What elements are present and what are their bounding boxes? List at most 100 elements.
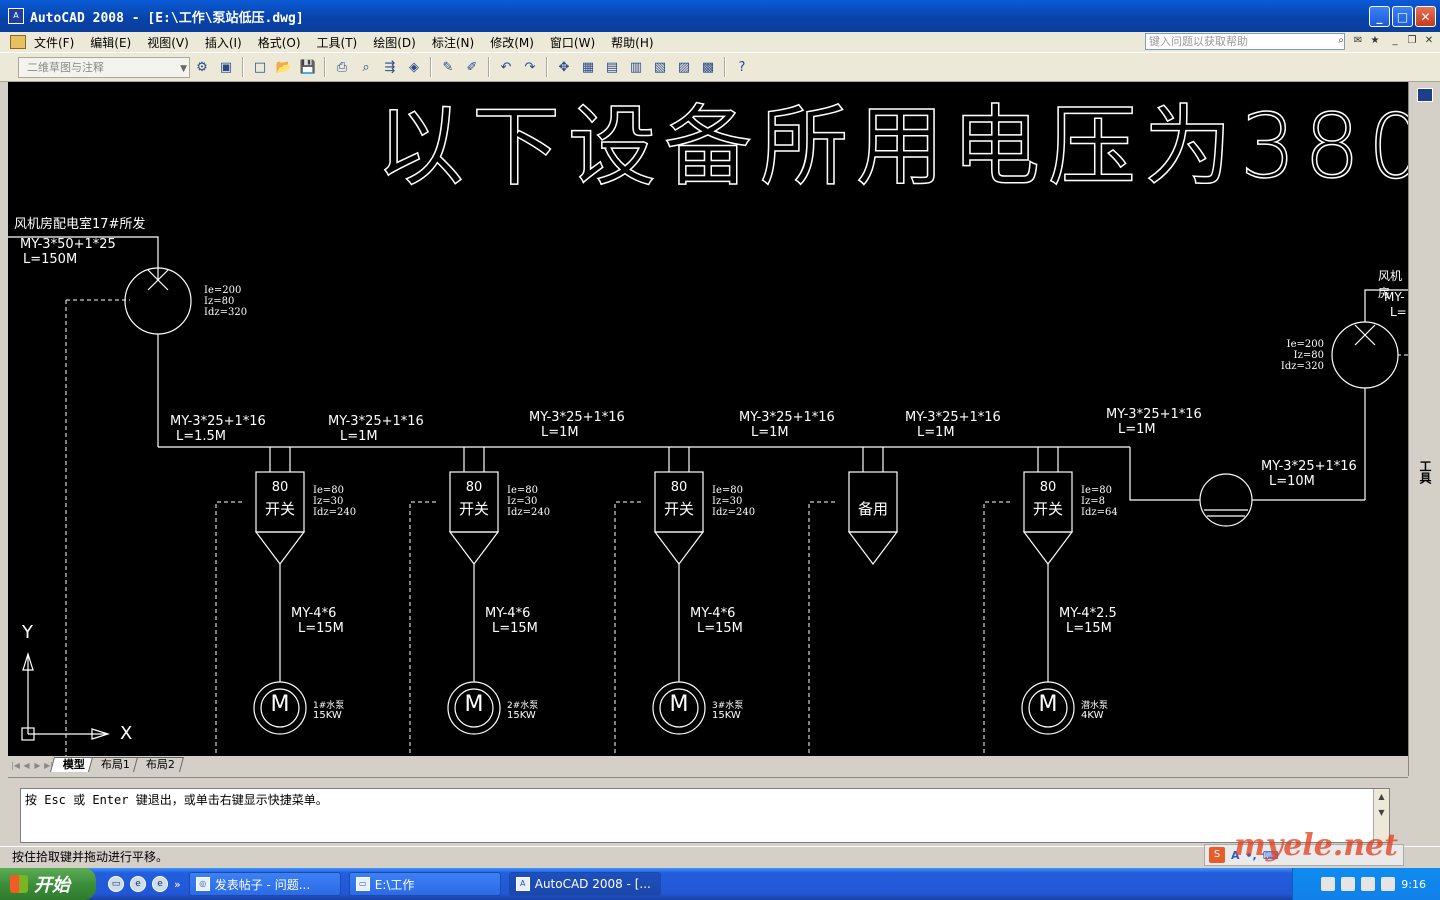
- task-forum[interactable]: ◎ 发表帖子 - 问题...: [188, 872, 341, 896]
- volume-icon[interactable]: [1361, 877, 1376, 891]
- plot-preview-icon[interactable]: ⌕: [355, 56, 377, 78]
- command-history: 按 Esc 或 Enter 键退出，或单击右键显示快捷菜单。: [25, 793, 328, 807]
- breaker-left-params: Ie=200 Iz=80 Idz=320: [204, 285, 247, 318]
- undo-icon[interactable]: ↶: [495, 56, 517, 78]
- start-button[interactable]: 开始: [0, 868, 96, 900]
- tool-palettes-icon[interactable]: ▥: [625, 56, 647, 78]
- prev-tab-icon[interactable]: ◀: [21, 760, 32, 772]
- menu-view[interactable]: 视图(V): [139, 34, 197, 51]
- menu-draw[interactable]: 绘图(D): [365, 34, 424, 51]
- doc-restore-icon[interactable]: ❐: [1405, 34, 1419, 48]
- source-label: 风机房配电室17#所发: [14, 217, 146, 232]
- switch-rating: 80: [271, 480, 289, 495]
- redo-icon[interactable]: ↷: [519, 56, 541, 78]
- switch-funnel: [254, 531, 306, 565]
- maximize-button[interactable]: □: [1392, 6, 1413, 27]
- doc-close-icon[interactable]: ✕: [1422, 34, 1436, 48]
- menu-insert[interactable]: 插入(I): [197, 34, 250, 51]
- help-search-input[interactable]: 键入问题以获取帮助: [1145, 33, 1345, 50]
- save-icon[interactable]: 💾: [297, 56, 319, 78]
- toolbar-separator: [242, 57, 244, 77]
- tool-palette-label[interactable]: 工具: [1417, 460, 1434, 484]
- first-tab-icon[interactable]: |◀: [10, 760, 21, 772]
- switch-params: Ie=80 Iz=30 Idz=240: [712, 485, 755, 518]
- menu-window[interactable]: 窗口(W): [542, 34, 603, 51]
- block-editor-icon[interactable]: ✐: [461, 56, 483, 78]
- help-icon[interactable]: ?: [731, 56, 753, 78]
- document-icon[interactable]: [10, 35, 26, 49]
- switch-rating: 80: [465, 480, 483, 495]
- favorites-icon[interactable]: ★: [1368, 34, 1382, 48]
- design-center-icon[interactable]: ▤: [601, 56, 623, 78]
- network-icon[interactable]: [1341, 877, 1356, 891]
- match-properties-icon[interactable]: ✎: [437, 56, 459, 78]
- browser-task-icon: ◎: [195, 877, 210, 891]
- menu-help[interactable]: 帮助(H): [603, 34, 661, 51]
- switch-label: 开关: [663, 500, 694, 518]
- switch-label: 开关: [264, 500, 295, 518]
- publish-icon[interactable]: ⇶: [379, 56, 401, 78]
- show-desktop-icon[interactable]: ▭: [108, 876, 124, 892]
- feeder-cable-label: MY-4*6: [291, 606, 337, 621]
- open-icon[interactable]: 📂: [273, 56, 295, 78]
- task-autocad[interactable]: A AutoCAD 2008 - [...: [508, 872, 661, 896]
- drawing-canvas[interactable]: 以下设备所用电压为380V 风机房配电室17#所发 MY-3*50+1*25 L…: [8, 82, 1408, 756]
- communication-center-icon[interactable]: ✉: [1351, 34, 1365, 48]
- system-tray: 9:16: [1292, 868, 1440, 900]
- palette-icon[interactable]: [1417, 88, 1433, 102]
- quick-launch-chevron-icon[interactable]: »: [174, 878, 181, 891]
- close-button[interactable]: ✕: [1415, 6, 1436, 27]
- tray-app-icon[interactable]: [1321, 877, 1336, 891]
- menu-modify[interactable]: 修改(M): [482, 34, 542, 51]
- bus-cable: MY-3*25+1*16: [328, 414, 424, 429]
- calculator-icon[interactable]: ▩: [697, 56, 719, 78]
- plot-icon[interactable]: ⎙: [331, 56, 353, 78]
- autocad-icon[interactable]: A: [8, 8, 24, 24]
- bus-cable: MY-3*25+1*16: [739, 410, 835, 425]
- menu-dimension[interactable]: 标注(N): [424, 34, 482, 51]
- bus-length: L=1M: [751, 425, 789, 440]
- menu-tools[interactable]: 工具(T): [309, 34, 366, 51]
- ime-logo-icon[interactable]: S: [1209, 847, 1225, 863]
- new-icon[interactable]: □: [249, 56, 271, 78]
- switch-funnel: [448, 531, 500, 565]
- ucs-icon: [21, 651, 111, 741]
- feeder-dash: [983, 501, 1010, 756]
- switch-iz: Iz=8: [1081, 496, 1105, 507]
- command-line[interactable]: 按 Esc 或 Enter 键退出，或单击右键显示快捷菜单。 ▲ ▼: [20, 788, 1390, 843]
- doc-minimize-icon[interactable]: _: [1388, 34, 1402, 48]
- source-length: L=150M: [23, 252, 78, 267]
- 3d-dwf-icon[interactable]: ◈: [403, 56, 425, 78]
- workspace-save-icon[interactable]: ▣: [215, 56, 237, 78]
- motor-power: 15KW: [313, 710, 342, 721]
- menu-edit[interactable]: 编辑(E): [82, 34, 139, 51]
- window-title: AutoCAD 2008 - [E:\工作\泵站低压.dwg]: [30, 10, 304, 26]
- switch-iz: Iz=30: [712, 496, 743, 507]
- watermark: myele.net: [1234, 828, 1398, 863]
- right-source-cable: MY-: [1384, 290, 1405, 304]
- bus-label-6: MY-3*25+1*16 L=1M: [1106, 407, 1202, 437]
- properties-icon[interactable]: ▦: [577, 56, 599, 78]
- task-explorer[interactable]: ▭ E:\工作: [348, 872, 501, 896]
- security-icon[interactable]: [1381, 877, 1396, 891]
- pan-icon[interactable]: ✥: [553, 56, 575, 78]
- workspace-settings-icon[interactable]: ⚙: [191, 56, 213, 78]
- next-tab-icon[interactable]: ▶: [32, 760, 43, 772]
- menu-format[interactable]: 格式(O): [250, 34, 309, 51]
- sheet-set-icon[interactable]: ▧: [649, 56, 671, 78]
- search-icon[interactable]: ⌕: [1334, 34, 1348, 48]
- minimize-button[interactable]: _: [1369, 6, 1390, 27]
- scroll-down-icon[interactable]: ▼: [1374, 805, 1389, 821]
- tab-layout1[interactable]: 布局1: [87, 757, 140, 772]
- ie-icon[interactable]: e: [152, 876, 168, 892]
- markup-icon[interactable]: ▨: [673, 56, 695, 78]
- toolbar-separator: [546, 57, 548, 77]
- bus-label-2: MY-3*25+1*16 L=1M: [328, 414, 424, 444]
- browser-icon[interactable]: e: [130, 876, 146, 892]
- bus-label-1: MY-3*25+1*16 L=1.5M: [170, 414, 266, 444]
- workspace-select[interactable]: 二维草图与注释 ▼: [18, 56, 190, 78]
- tab-layout2[interactable]: 布局2: [132, 757, 185, 772]
- scroll-up-icon[interactable]: ▲: [1374, 789, 1389, 805]
- switch-idz: Idz=240: [712, 507, 756, 518]
- menu-file[interactable]: 文件(F): [26, 34, 82, 51]
